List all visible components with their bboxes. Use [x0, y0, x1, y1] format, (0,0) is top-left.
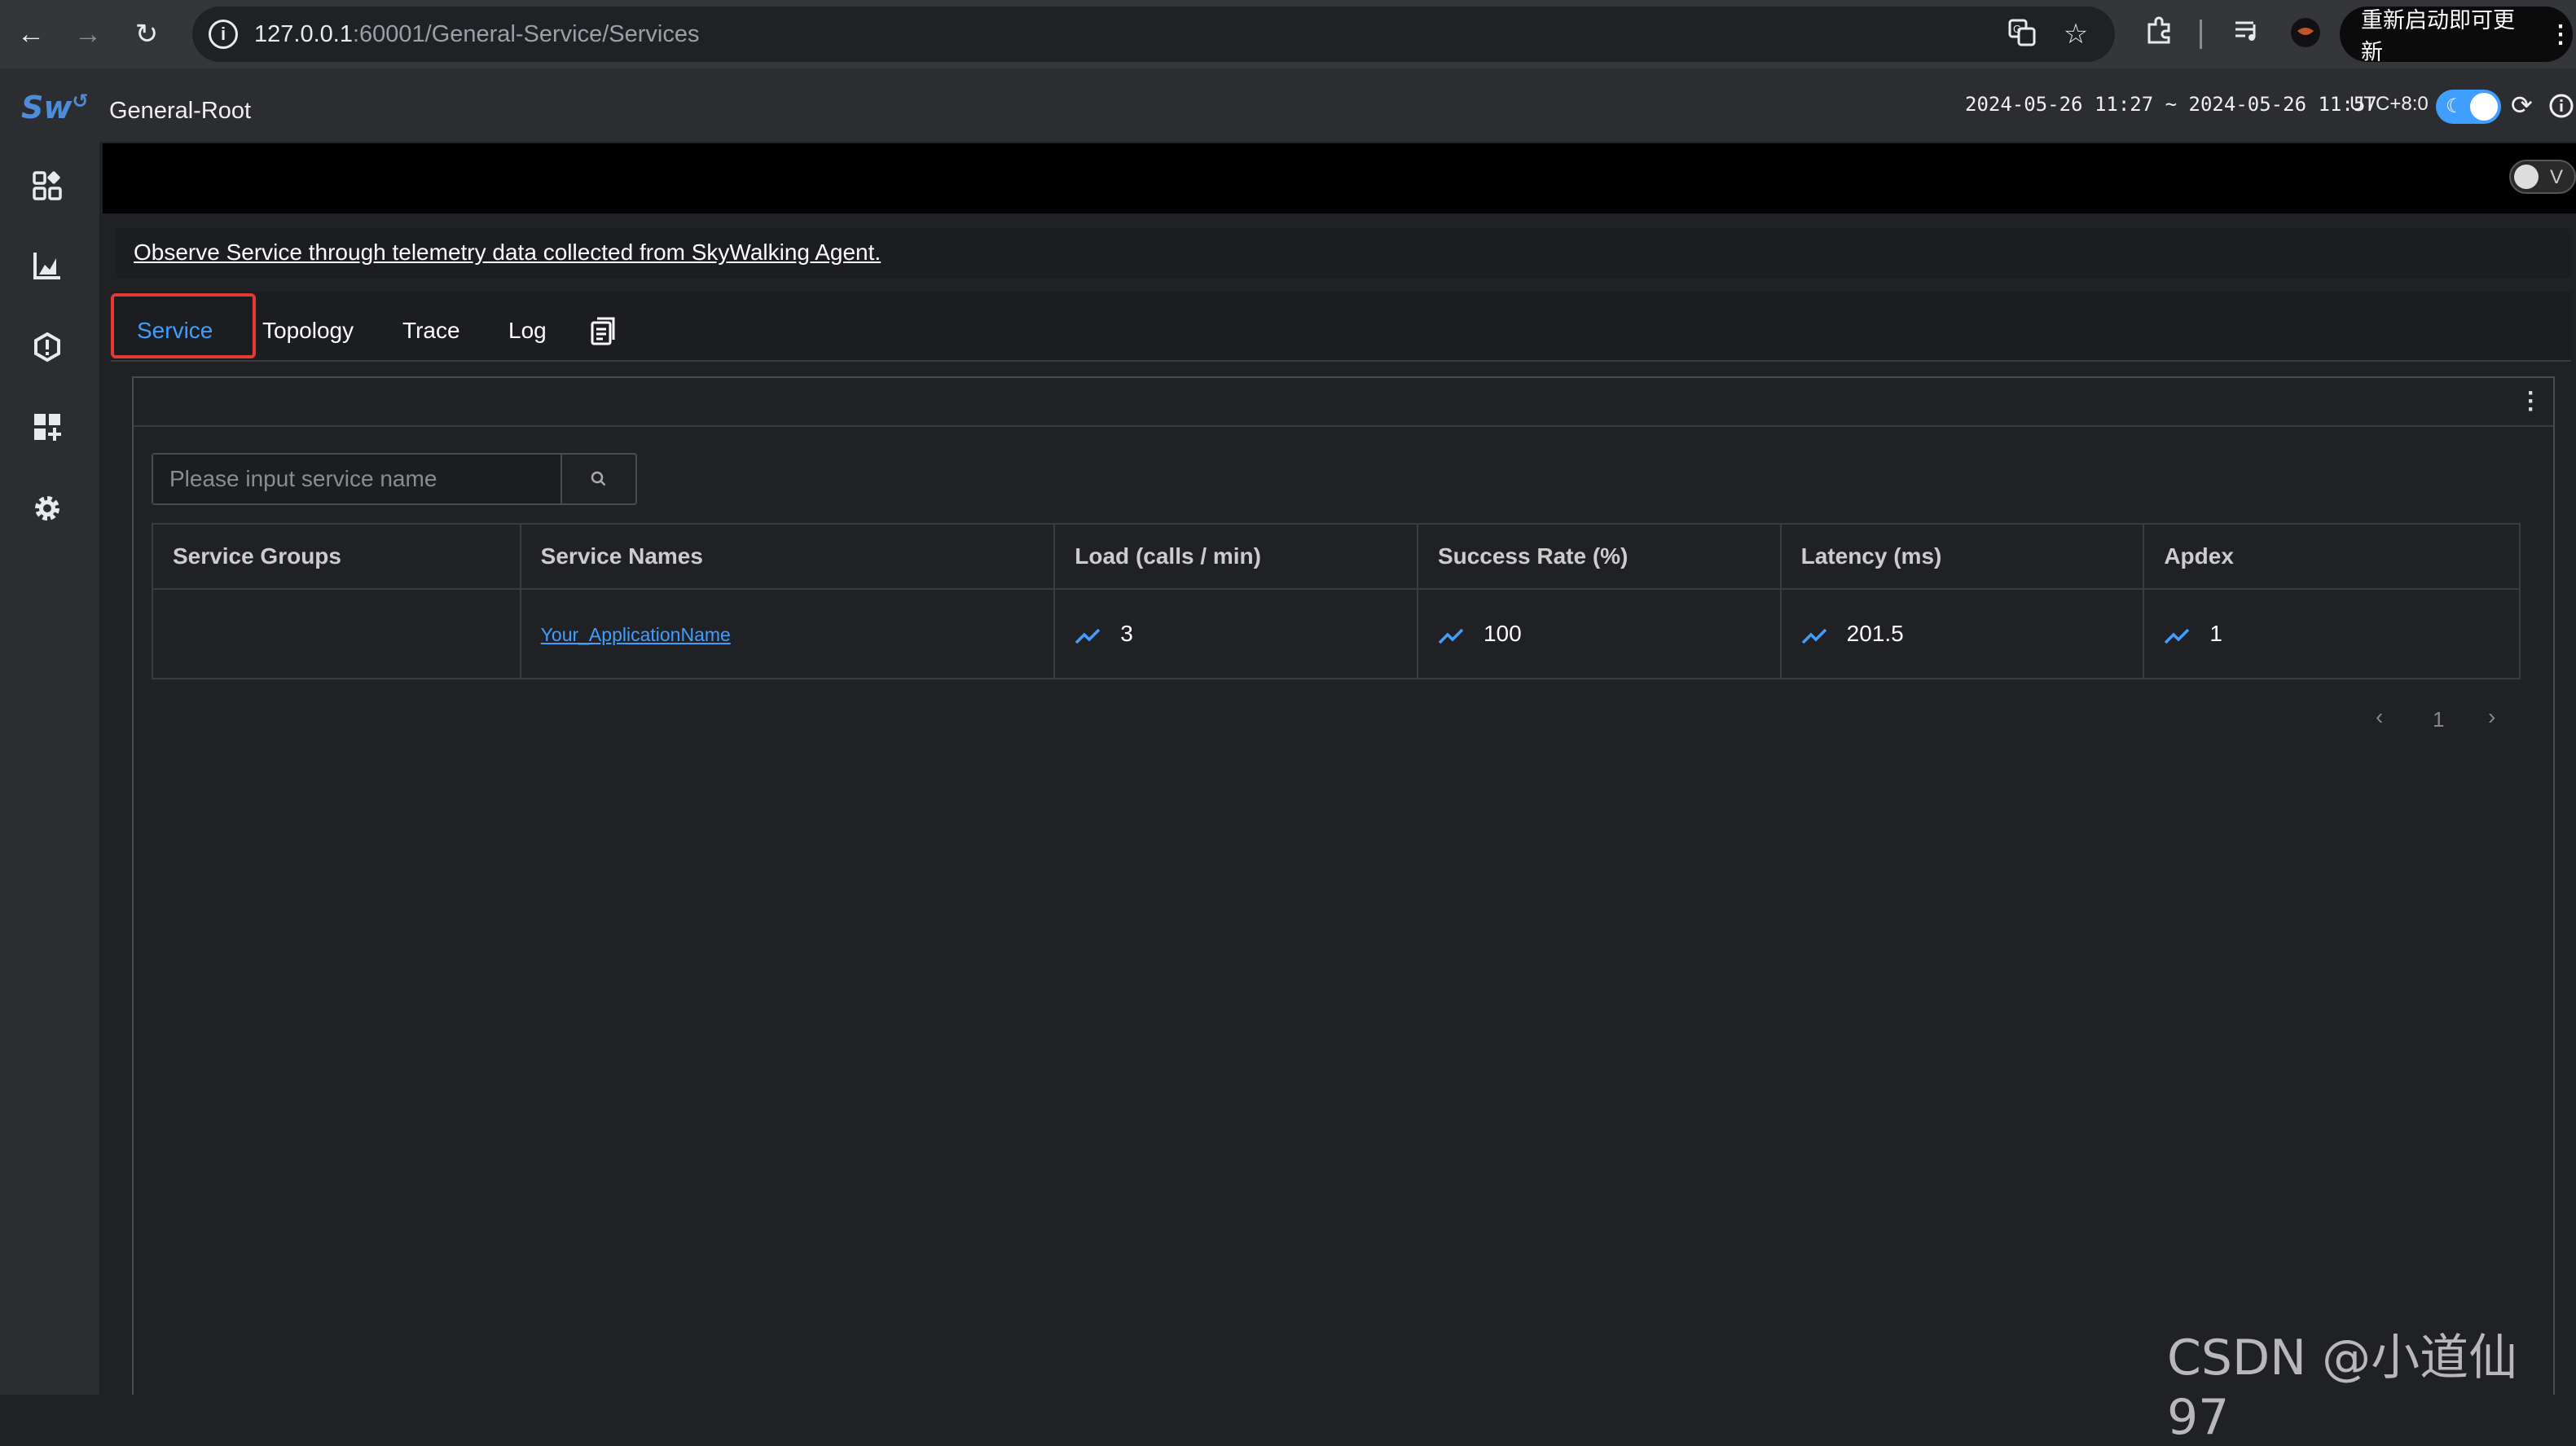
col-latency: Latency (ms) [1779, 523, 2145, 590]
latency-value: 201.5 [1846, 621, 1904, 646]
profile-avatar-icon[interactable] [2288, 16, 2323, 56]
sidebar-dashboard-add-icon[interactable] [29, 409, 65, 445]
theme-toggle[interactable]: ☾ [2436, 90, 2501, 124]
timezone-label[interactable]: UTC+8:0 [2350, 93, 2429, 116]
toggle-knob [2470, 93, 2498, 121]
moon-icon: ☾ [2446, 95, 2464, 117]
cell-service-name: Your_ApplicationName [519, 588, 1056, 679]
trend-line-icon[interactable] [1075, 626, 1102, 644]
skywalking-logo[interactable]: Sw↺ [21, 90, 89, 125]
pagination-page[interactable]: 1 [2433, 707, 2444, 732]
site-info-icon[interactable]: i [209, 20, 238, 49]
load-value: 3 [1120, 621, 1133, 646]
time-range-picker[interactable]: 2024-05-26 11:27 ~ 2024-05-26 11:57 [1965, 93, 2377, 116]
pagination-prev-icon[interactable]: ‹ [2376, 704, 2383, 730]
translate-icon[interactable]: G [2006, 18, 2038, 55]
table-row: Your_ApplicationName 3 100 201.5 1 [152, 588, 2521, 679]
sidebar-marketplace-icon[interactable] [29, 168, 65, 204]
update-label: 重新启动即可更新 [2361, 8, 2515, 64]
toggle-knob [2514, 165, 2539, 189]
url-host: 127.0.0.1 [254, 20, 353, 47]
dashboard-toolbar [103, 143, 2576, 213]
table-header-row: Service Groups Service Names Load (calls… [152, 523, 2521, 590]
back-icon[interactable]: ← [8, 11, 54, 57]
col-apdex: Apdex [2143, 523, 2521, 590]
widget-header: · · · [134, 378, 2553, 427]
widget-menu-icon[interactable]: · · · [2527, 381, 2535, 422]
description-link[interactable]: Observe Service through telemetry data c… [134, 240, 881, 266]
url-path: :60001/General-Service/Services [352, 20, 700, 47]
browser-toolbar: ← → ↻ i 127.0.0.1:60001/General-Service/… [0, 0, 2576, 68]
cell-load: 3 [1053, 588, 1418, 679]
cell-success-rate: 100 [1416, 588, 1782, 679]
tab-trace[interactable]: Trace [402, 318, 460, 344]
toolbar-divider [2200, 20, 2202, 49]
tab-topology[interactable]: Topology [262, 318, 354, 344]
view-mode-toggle[interactable]: V [2509, 160, 2576, 194]
col-success-rate: Success Rate (%) [1416, 523, 1782, 590]
search-input[interactable] [153, 455, 560, 503]
service-name-link[interactable]: Your_ApplicationName [541, 624, 731, 645]
search-icon [591, 471, 606, 486]
reload-icon[interactable]: ↻ [124, 11, 169, 57]
sidebar-charts-icon[interactable] [29, 248, 65, 283]
reading-list-icon[interactable] [2229, 16, 2265, 51]
cell-service-group [152, 588, 521, 679]
copy-tab-icon[interactable] [590, 316, 619, 347]
tab-log[interactable]: Log [508, 318, 547, 344]
update-button[interactable]: 重新启动即可更新 ⋮ [2340, 7, 2573, 64]
apdex-value: 1 [2209, 621, 2222, 646]
dashboard-description: Observe Service through telemetry data c… [116, 228, 2571, 279]
cell-apdex: 1 [2143, 588, 2521, 679]
search-button[interactable] [560, 455, 635, 503]
col-service-groups: Service Groups [152, 523, 521, 590]
extensions-icon[interactable] [2141, 16, 2177, 53]
sidebar: Sw↺ [0, 68, 99, 1395]
trend-line-icon[interactable] [1438, 626, 1466, 644]
page-title: General-Root [109, 98, 252, 124]
bookmark-star-icon[interactable]: ☆ [2059, 18, 2092, 51]
tab-bar: Service Topology Trace Log [111, 292, 2571, 362]
trend-line-icon[interactable] [1801, 626, 1829, 644]
more-vert-icon: ⋮ [2548, 20, 2573, 48]
view-mode-label: V [2550, 166, 2564, 188]
refresh-icon[interactable]: ⟳ [2511, 90, 2533, 121]
info-icon[interactable] [2548, 93, 2574, 125]
sidebar-alerting-icon[interactable] [29, 329, 65, 365]
service-list-widget: ··· Service Groups Service Names Load (c… [132, 376, 2555, 1395]
forward-icon[interactable]: → [65, 11, 111, 57]
col-load: Load (calls / min) [1053, 523, 1418, 590]
service-table: Service Groups Service Names Load (calls… [152, 523, 2521, 679]
sidebar-settings-icon[interactable] [29, 490, 65, 526]
tab-service[interactable]: Service [137, 318, 213, 344]
svg-text:G: G [2013, 23, 2021, 35]
address-bar[interactable]: i 127.0.0.1:60001/General-Service/Servic… [192, 7, 2115, 62]
cell-latency: 201.5 [1779, 588, 2145, 679]
col-service-names: Service Names [519, 523, 1056, 590]
pagination-next-icon[interactable]: › [2488, 704, 2495, 730]
success-rate-value: 100 [1483, 621, 1522, 646]
service-search [152, 453, 637, 505]
watermark: CSDN @小道仙97 [2167, 1330, 2518, 1446]
trend-line-icon[interactable] [2164, 626, 2191, 644]
